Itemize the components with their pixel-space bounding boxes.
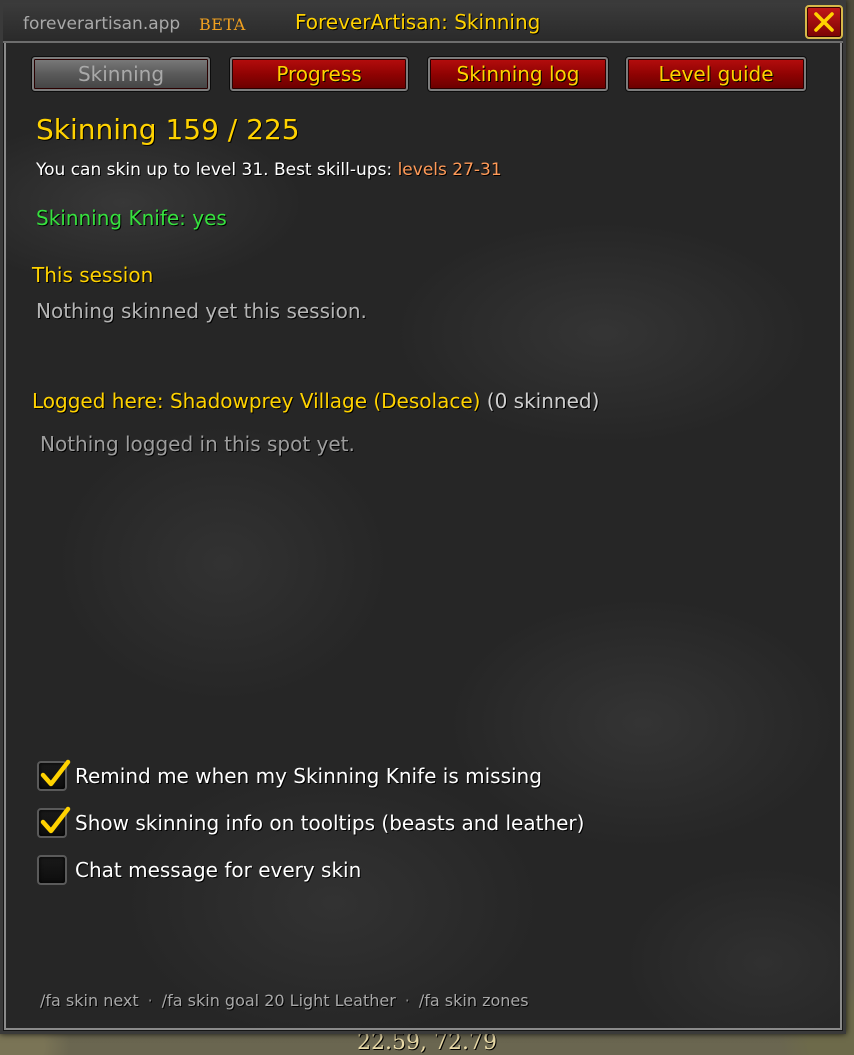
logged-count: (0 skinned) [486,389,600,413]
skill-heading: Skinning 159 / 225 [36,113,300,146]
logged-empty-text: Nothing logged in this spot yet. [40,432,355,456]
option-remind-knife[interactable]: Remind me when my Skinning Knife is miss… [37,759,542,792]
title-bar[interactable]: foreverartisan.app BETA ForeverArtisan: … [3,3,843,43]
checkmark-icon [40,806,71,834]
tab-skinning-log[interactable]: Skinning log [428,57,608,91]
tab-level-guide[interactable]: Level guide [626,57,806,91]
brand-url: foreverartisan.app [23,14,181,34]
command-skin-next: /fa skin next [40,991,139,1010]
logged-location: Logged here: Shadowprey Village (Desolac… [32,389,481,413]
checkbox-tooltip-info[interactable] [37,806,71,838]
window-title: ForeverArtisan: Skinning [295,10,541,34]
skinning-window: foreverartisan.app BETA ForeverArtisan: … [0,0,846,1034]
tab-skinning[interactable]: Skinning [32,57,210,91]
knife-status: Skinning Knife: yes [36,206,227,230]
close-button[interactable] [805,5,843,39]
separator: · [404,991,410,1010]
option-chat-message[interactable]: Chat message for every skin [37,854,361,886]
session-empty-text: Nothing skinned yet this session. [36,299,367,323]
option-label: Remind me when my Skinning Knife is miss… [75,764,542,788]
option-label: Chat message for every skin [75,858,362,882]
beta-badge: BETA [199,15,246,34]
footer-commands: /fa skin next · /fa skin goal 20 Light Lea… [40,991,529,1010]
option-tooltip-info[interactable]: Show skinning info on tooltips (beasts a… [37,806,585,839]
skill-info-text: You can skin up to level 31. Best skill-… [36,160,398,180]
command-skin-goal: /fa skin goal 20 Light Leather [161,991,396,1010]
checkbox-remind-knife[interactable] [37,759,71,791]
checkmark-icon [40,759,71,787]
command-skin-zones: /fa skin zones [418,991,529,1010]
close-x-icon [814,12,834,32]
tab-progress[interactable]: Progress [230,57,408,91]
separator: · [147,991,153,1010]
checkbox-chat-message[interactable] [37,855,67,885]
skill-info: You can skin up to level 31. Best skill-… [36,160,502,180]
logged-here-title: Logged here: Shadowprey Village (Desolac… [32,389,599,413]
best-levels: levels 27-31 [397,160,502,180]
option-label: Show skinning info on tooltips (beasts a… [75,811,585,835]
session-title: This session [32,263,154,287]
